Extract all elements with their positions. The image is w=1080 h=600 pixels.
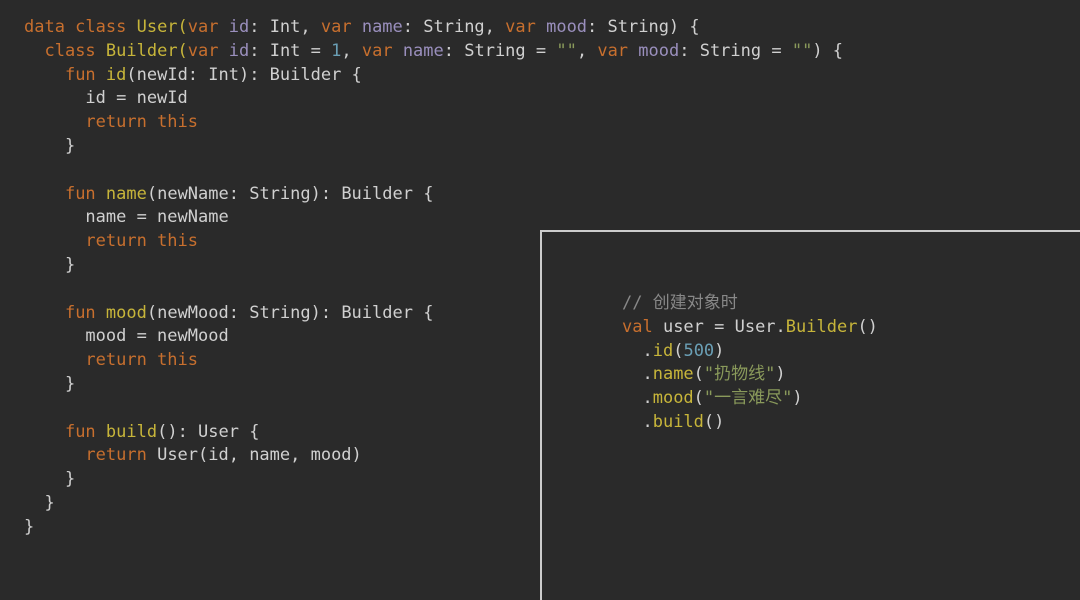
code-token xyxy=(24,422,65,442)
code-token: var xyxy=(597,41,638,61)
code-token xyxy=(24,112,85,132)
code-token: : String = xyxy=(679,41,792,61)
code-token: } xyxy=(24,469,75,489)
code-token xyxy=(24,350,85,370)
code-token: mood xyxy=(106,303,147,323)
code-token: class xyxy=(44,41,105,61)
code-token: . xyxy=(622,388,653,408)
code-token: name xyxy=(362,17,403,37)
code-token: id xyxy=(229,41,249,61)
code-comment: // 创建对象时 xyxy=(622,293,738,313)
code-token: build xyxy=(653,412,704,432)
code-token: return this xyxy=(85,350,198,370)
code-token: ) xyxy=(714,341,724,361)
code-token: . xyxy=(622,412,653,432)
code-token: return this xyxy=(85,112,198,132)
code-token: (newId: Int): Builder { xyxy=(126,65,361,85)
code-token: ( xyxy=(673,341,683,361)
code-token: mood xyxy=(638,41,679,61)
code-token xyxy=(24,41,44,61)
code-token: 1 xyxy=(331,41,341,61)
code-token: mood xyxy=(653,388,694,408)
code-token: User(id, name, mood) xyxy=(157,445,362,465)
code-token xyxy=(24,65,65,85)
code-token xyxy=(24,445,85,465)
code-token: User( xyxy=(137,17,188,37)
code-token: Builder xyxy=(786,317,858,337)
code-token: build xyxy=(106,422,157,442)
code-token: 500 xyxy=(683,341,714,361)
code-token: var xyxy=(362,41,403,61)
code-token: "" xyxy=(556,41,576,61)
code-token: id xyxy=(653,341,673,361)
code-token: } xyxy=(24,374,75,394)
code-token: "" xyxy=(792,41,812,61)
code-token: id = newId xyxy=(24,88,188,108)
code-token: (newMood: String): Builder { xyxy=(147,303,434,323)
code-token: } xyxy=(24,255,75,275)
code-token: } xyxy=(24,493,55,513)
code-token: id xyxy=(106,65,126,85)
code-token: } xyxy=(24,136,75,156)
code-token: fun xyxy=(65,65,106,85)
code-token: ) { xyxy=(812,41,843,61)
code-token: var xyxy=(188,41,229,61)
code-token: fun xyxy=(65,184,106,204)
code-token: Builder( xyxy=(106,41,188,61)
code-token xyxy=(24,231,85,251)
code-token: name xyxy=(403,41,444,61)
code-token: } xyxy=(24,517,34,537)
code-token: ) xyxy=(775,364,785,384)
code-token: val xyxy=(622,317,663,337)
code-token: user = User. xyxy=(663,317,786,337)
code-token: fun xyxy=(65,303,106,323)
inset-code-block: // 创建对象时 val user = User.Builder() .id(5… xyxy=(540,230,1080,600)
code-token: ( xyxy=(694,388,704,408)
code-token: return this xyxy=(85,231,198,251)
code-token: (newName: String): Builder { xyxy=(147,184,434,204)
code-token: : String) { xyxy=(587,17,700,37)
code-token: var xyxy=(321,17,362,37)
code-token: : String, xyxy=(403,17,505,37)
code-token: , xyxy=(577,41,597,61)
code-token: name xyxy=(106,184,147,204)
code-token: . xyxy=(622,364,653,384)
code-token: . xyxy=(622,341,653,361)
code-token: name = newName xyxy=(24,207,229,227)
code-token: ) xyxy=(792,388,802,408)
code-token: () xyxy=(704,412,724,432)
code-token: id xyxy=(229,17,249,37)
code-token xyxy=(24,303,65,323)
code-token: mood xyxy=(546,17,587,37)
code-token: "扔物线" xyxy=(704,364,775,384)
code-token: var xyxy=(188,17,229,37)
code-token: mood = newMood xyxy=(24,326,229,346)
code-token: () xyxy=(857,317,877,337)
code-token: ( xyxy=(694,364,704,384)
code-token: : Int, xyxy=(249,17,321,37)
code-token: (): User { xyxy=(157,422,259,442)
code-token xyxy=(24,184,65,204)
code-token: "一言难尽" xyxy=(704,388,792,408)
code-token: var xyxy=(505,17,546,37)
code-token: return xyxy=(85,445,157,465)
code-token: data class xyxy=(24,17,137,37)
code-token: name xyxy=(653,364,694,384)
code-token: fun xyxy=(65,422,106,442)
code-token: : Int = xyxy=(249,41,331,61)
code-token: , xyxy=(341,41,361,61)
code-token: : String = xyxy=(444,41,557,61)
